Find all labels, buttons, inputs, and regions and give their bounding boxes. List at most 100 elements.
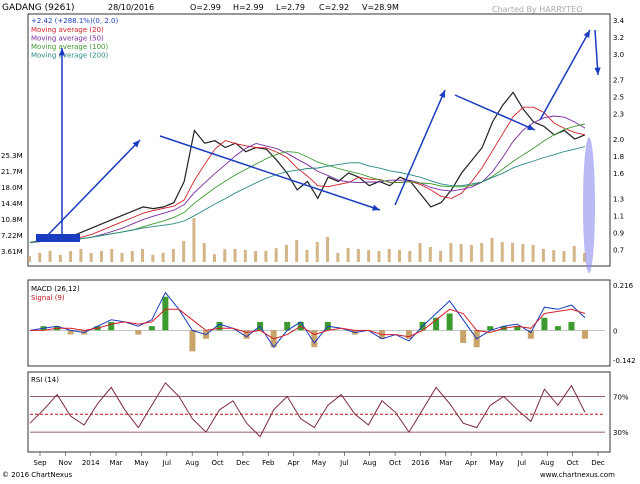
volume-bar	[326, 237, 330, 262]
volume-highlight	[583, 137, 595, 273]
price-tick-label: 3.2	[613, 34, 624, 42]
base-marker	[36, 234, 80, 242]
x-tick-label: 2016	[412, 459, 430, 467]
volume-bar	[110, 249, 114, 262]
x-tick-label: Mar	[439, 459, 452, 467]
rsi-tick-label: 30%	[613, 429, 629, 437]
volume-tick-label: 10.8M	[1, 216, 23, 224]
volume-bar	[161, 252, 165, 262]
volume-bar	[295, 240, 299, 262]
header-volume: V=28.9M	[362, 3, 399, 12]
x-tick-label: Feb	[262, 459, 275, 467]
volume-bar	[130, 251, 134, 262]
volume-bar	[418, 243, 422, 262]
volume-bar	[264, 250, 268, 262]
x-axis: Sep Nov 2014 Mar May Jul Aug Oct Dec Feb Apr May Jul…	[33, 452, 605, 467]
stock-chart: GADANG (9261) 28/10/2016 O=2.99 H=2.99 L…	[0, 0, 640, 480]
x-tick-label: May	[134, 459, 148, 467]
volume-tick-label: 21.7M	[1, 168, 23, 176]
x-tick-label: May	[489, 459, 503, 467]
macd-histogram-bar	[446, 313, 453, 331]
ticker-title: GADANG (9261)	[2, 3, 75, 13]
volume-tick-label: 3.61M	[1, 248, 23, 256]
volume-bar	[531, 245, 535, 262]
macd-title: MACD (26,12)	[31, 285, 80, 293]
x-tick-label: Sep	[33, 459, 47, 467]
volume-bar	[480, 243, 484, 262]
volume-bar	[398, 250, 401, 262]
volume-bar	[274, 248, 278, 262]
macd-histogram-bar	[162, 296, 169, 331]
x-tick-label: Aug	[185, 459, 199, 467]
macd-histogram-bar	[406, 330, 413, 339]
macd-tick-label: 0	[613, 327, 617, 335]
x-tick-label: Apr	[465, 459, 477, 467]
x-tick-label: Jul	[517, 459, 527, 467]
volume-tick-label: 14.4M	[1, 200, 23, 208]
volume-bar	[120, 253, 124, 262]
price-tick-label: 2.0	[613, 136, 624, 144]
legend-item: Moving average (100)	[31, 43, 108, 51]
x-tick-label: Jul	[162, 459, 172, 467]
macd-histogram-bar	[108, 321, 115, 331]
volume-bar	[38, 252, 42, 262]
volume-bar	[171, 249, 175, 262]
macd-tick-label: 0.216	[613, 282, 634, 290]
volume-bar	[284, 245, 288, 262]
price-tick-label: 2.3	[613, 111, 624, 119]
x-tick-label: Nov	[59, 459, 73, 467]
volume-bar	[233, 249, 237, 262]
rsi-y-axis: 70% 30%	[613, 393, 629, 437]
volume-bar	[99, 251, 103, 262]
volume-bar	[552, 250, 556, 262]
x-tick-label: May	[312, 459, 326, 467]
header-high: H=2.99	[233, 3, 264, 12]
volume-bar	[500, 242, 504, 262]
volume-tick-label: 18.0M	[1, 184, 23, 192]
volume-bar	[243, 250, 247, 262]
x-tick-label: Dec	[236, 459, 250, 467]
volume-bar	[28, 256, 31, 262]
price-tick-label: 1.6	[613, 170, 625, 178]
rsi-panel-frame	[27, 371, 611, 453]
price-tick-label: 3.4	[613, 17, 625, 25]
legend-change: +2.42 (+288.1%)(0, 2.0)	[31, 17, 118, 25]
volume-y-axis: 25.3M 21.7M 18.0M 14.4M 10.8M 7.22M 3.61M	[1, 152, 23, 256]
legend-item: Moving average (20)	[31, 26, 104, 34]
price-tick-label: 1.8	[613, 153, 624, 161]
volume-bar	[315, 242, 319, 262]
price-y-axis: 3.4 3.2 3.0 2.7 2.5 2.3 2.0 1.8 1.6 1.3 1.1 0.9 0.7	[613, 17, 625, 254]
charted-by-watermark: Charted By HARRYTEO	[492, 5, 583, 14]
header-low: L=2.79	[276, 3, 305, 12]
header-date: 28/10/2016	[108, 3, 154, 12]
volume-bar	[69, 251, 73, 262]
legend: Moving average (20)Moving average (50)Mo…	[31, 26, 108, 60]
x-tick-label: Aug	[363, 459, 377, 467]
volume-bar	[223, 249, 227, 262]
price-tick-label: 1.1	[613, 212, 624, 220]
legend-item: Moving average (50)	[31, 35, 104, 43]
volume-bar	[336, 253, 340, 262]
rsi-title: RSI (14)	[31, 376, 59, 384]
footer-url: www.chartnexus.com	[540, 471, 615, 479]
volume-bar	[387, 249, 391, 262]
volume-bar	[541, 249, 545, 262]
volume-bar	[182, 241, 186, 262]
volume-bar	[511, 243, 515, 262]
rsi-tick-label: 70%	[613, 393, 629, 401]
volume-bar	[305, 250, 309, 262]
volume-bar	[58, 254, 62, 262]
macd-histogram-bar	[148, 326, 155, 331]
price-tick-label: 2.5	[613, 94, 624, 102]
price-tick-label: 1.3	[613, 195, 624, 203]
volume-bar	[572, 246, 576, 262]
header-close: C=2.92	[319, 3, 349, 12]
volume-bar	[377, 251, 381, 262]
volume-bar	[254, 251, 258, 262]
volume-tick-label: 25.3M	[1, 152, 23, 160]
macd-histogram-bar	[189, 330, 196, 352]
macd-tick-label: -0.142	[613, 357, 636, 365]
macd-histogram-bar	[135, 330, 142, 335]
volume-bar	[141, 249, 145, 262]
volume-bar	[213, 254, 216, 262]
